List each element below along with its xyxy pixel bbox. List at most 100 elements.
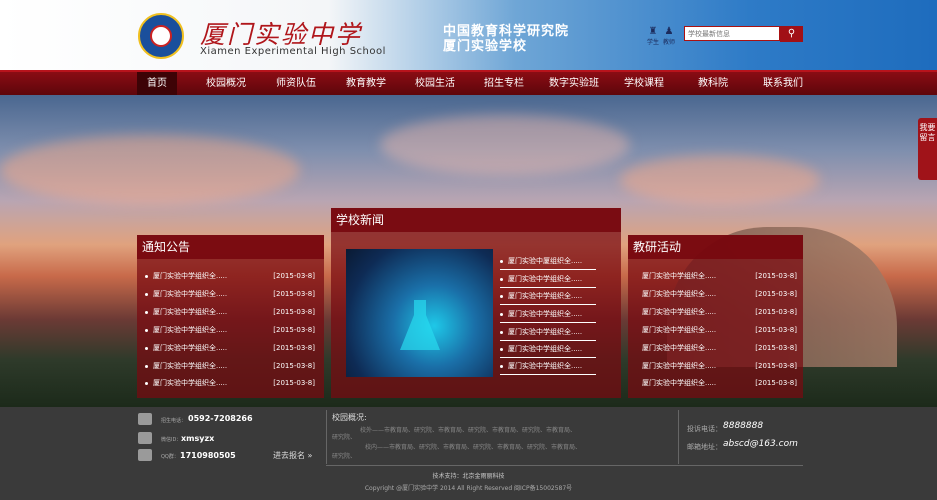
enroll-link[interactable]: 进去报名 »: [273, 450, 312, 461]
overview-line: 研究院、: [332, 434, 357, 441]
research-text: 厦门实验中学组织全.....: [642, 326, 717, 334]
news-text: 厦门实验中厦组织全.....: [508, 257, 583, 265]
list-item[interactable]: 厦门实验中学组织全..... [2015-03-8]: [145, 322, 315, 338]
bullet: [145, 346, 148, 350]
divider: [678, 410, 679, 464]
bullet: [145, 292, 148, 296]
news-item[interactable]: 厦门实验中学组织全.....: [500, 271, 596, 288]
bullet: [145, 310, 148, 314]
research-text: 厦门实验中学组织全.....: [642, 362, 717, 370]
list-item[interactable]: 厦门实验中学组织全..... [2015-03-8]: [145, 304, 315, 320]
research-date: [2015-03-8]: [755, 362, 797, 370]
nav-faculty[interactable]: 师资队伍: [268, 72, 324, 95]
nav-campus-life[interactable]: 校园生活: [407, 72, 463, 95]
news-text: 厦门实验中学组织全.....: [508, 275, 583, 283]
search-input[interactable]: [684, 26, 780, 41]
list-item[interactable]: 厦门实验中学组织全..... [2015-03-8]: [642, 322, 797, 338]
email-value[interactable]: abscd@163.com: [723, 439, 798, 449]
news-text: 厦门实验中学组织全.....: [508, 362, 583, 370]
list-item[interactable]: 厦门实验中学组织全..... [2015-03-8]: [642, 358, 797, 374]
contact-label: 微信ID：: [161, 437, 182, 443]
nav-overview[interactable]: 校园概况: [198, 72, 254, 95]
overview-line: 校外——市教育局、研究院、市教育局、研究院、市教育局、研究院、市教育局、: [360, 427, 577, 434]
search-button[interactable]: ⚲: [780, 26, 803, 42]
news-item[interactable]: 厦门实验中学组织全.....: [500, 341, 596, 358]
notice-text: 厦门实验中学组织全.....: [153, 272, 228, 280]
news-item[interactable]: 厦门实验中学组织全.....: [500, 288, 596, 305]
contact-label: 招生电话：: [161, 418, 187, 424]
notice-date: [2015-03-8]: [273, 362, 315, 370]
nav-courses[interactable]: 学校课程: [616, 72, 672, 95]
bullet: [500, 277, 503, 281]
contact-value: xmsyzx: [181, 434, 215, 443]
complaint-value: 8888888: [723, 421, 764, 431]
news-item[interactable]: 厦门实验中学组织全.....: [500, 306, 596, 323]
research-text: 厦门实验中学组织全.....: [642, 379, 717, 387]
notices-header: 通知公告: [137, 235, 324, 259]
contact-value: 1710980505: [180, 451, 236, 460]
list-item[interactable]: 厦门实验中学组织全..... [2015-03-8]: [642, 268, 797, 284]
notice-text: 厦门实验中学组织全.....: [153, 326, 228, 334]
nav-research-institute[interactable]: 教科院: [688, 72, 738, 95]
bullet: [500, 330, 503, 334]
news-text: 厦门实验中学组织全.....: [508, 345, 583, 353]
research-text: 厦门实验中学组织全.....: [642, 272, 717, 280]
news-title: 学校新闻: [336, 213, 385, 227]
overview-line: 校内——市教育局、研究院、市教育局、研究院、市教育局、研究院、市教育局、: [365, 444, 582, 451]
research-date: [2015-03-8]: [755, 308, 797, 316]
news-text: 厦门实验中学组织全.....: [508, 292, 583, 300]
institute-line1: 中国教育科学研究院: [443, 24, 570, 39]
cloud: [0, 135, 300, 205]
student-label: 学生: [646, 39, 659, 46]
research-text: 厦门实验中学组织全.....: [642, 344, 717, 352]
teacher-link[interactable]: ♟ 教师: [659, 27, 679, 47]
news-text: 厦门实验中学组织全.....: [508, 310, 583, 318]
divider: [326, 410, 327, 464]
notice-date: [2015-03-8]: [273, 379, 315, 387]
research-header: 教研活动: [628, 235, 803, 259]
notice-date: [2015-03-8]: [273, 326, 315, 334]
research-date: [2015-03-8]: [755, 290, 797, 298]
list-item[interactable]: 厦门实验中学组织全..... [2015-03-8]: [642, 286, 797, 302]
news-item[interactable]: 厦门实验中学组织全.....: [500, 358, 596, 375]
school-logo[interactable]: [138, 13, 184, 59]
research-date: [2015-03-8]: [755, 344, 797, 352]
overview-line: 研究院、: [332, 453, 357, 460]
research-text: 厦门实验中学组织全.....: [642, 308, 717, 316]
list-item[interactable]: 厦门实验中学组织全..... [2015-03-8]: [145, 340, 315, 356]
list-item[interactable]: 厦门实验中学组织全..... [2015-03-8]: [642, 340, 797, 356]
nav-admissions[interactable]: 招生专栏: [476, 72, 532, 95]
research-text: 厦门实验中学组织全.....: [642, 290, 717, 298]
nav-contact[interactable]: 联系我们: [755, 72, 811, 95]
list-item[interactable]: 厦门实验中学组织全..... [2015-03-8]: [145, 375, 315, 391]
school-name-en: Xiamen Experimental High School: [200, 46, 386, 57]
phone-icon: [138, 413, 152, 425]
contact-value: 0592-7208266: [188, 414, 253, 423]
notice-date: [2015-03-8]: [273, 272, 315, 280]
list-item[interactable]: 厦门实验中学组织全..... [2015-03-8]: [145, 358, 315, 374]
news-item[interactable]: 厦门实验中厦组织全.....: [500, 253, 596, 270]
bullet: [500, 312, 503, 316]
bullet: [500, 294, 503, 298]
bullet: [145, 328, 148, 332]
notice-text: 厦门实验中学组织全.....: [153, 308, 228, 316]
cloud: [380, 115, 630, 175]
qq-icon: [138, 449, 152, 461]
list-item[interactable]: 厦门实验中学组织全..... [2015-03-8]: [145, 268, 315, 284]
tech-support: 技术支持：北京金雨丽科技: [432, 473, 505, 480]
nav-teaching[interactable]: 教育教学: [338, 72, 394, 95]
research-date: [2015-03-8]: [755, 379, 797, 387]
list-item[interactable]: 厦门实验中学组织全..... [2015-03-8]: [642, 375, 797, 391]
message-tab[interactable]: 我要留言: [918, 118, 937, 180]
nav-home[interactable]: 首页: [137, 72, 177, 95]
teacher-label: 教师: [662, 39, 675, 46]
news-item[interactable]: 厦门实验中学组织全.....: [500, 324, 596, 341]
list-item[interactable]: 厦门实验中学组织全..... [2015-03-8]: [642, 304, 797, 320]
header-bar: 厦门实验中学 Xiamen Experimental High School 中…: [0, 0, 937, 70]
nav-digital-class[interactable]: 数字实验班: [543, 72, 605, 95]
list-item[interactable]: 厦门实验中学组织全..... [2015-03-8]: [145, 286, 315, 302]
bullet: [500, 259, 503, 263]
notice-text: 厦门实验中学组织全.....: [153, 290, 228, 298]
notice-text: 厦门实验中学组织全.....: [153, 379, 228, 387]
notice-text: 厦门实验中学组织全.....: [153, 344, 228, 352]
